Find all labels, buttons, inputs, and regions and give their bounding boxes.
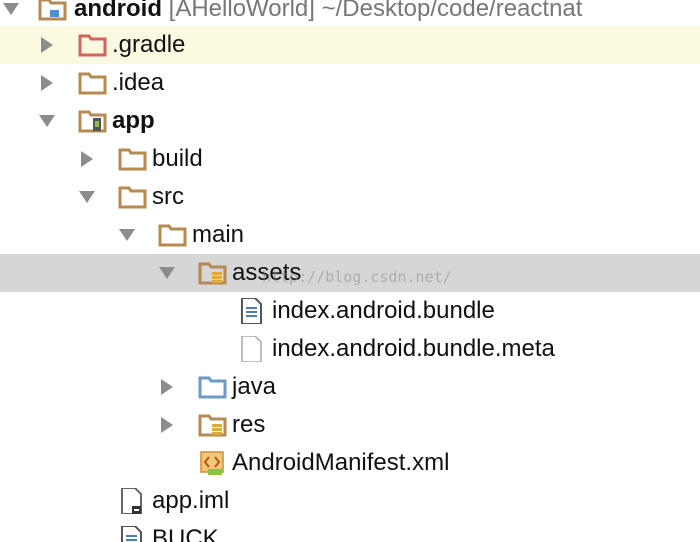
tree-row-label: main — [192, 221, 245, 248]
tree-row-main[interactable]: main — [0, 216, 700, 254]
tree-row-label: app — [112, 107, 155, 134]
expand-arrow-icon[interactable] — [78, 178, 100, 216]
text-file-icon — [238, 298, 268, 324]
folder-icon — [118, 146, 148, 172]
tree-row-label: src — [152, 183, 184, 210]
collapse-arrow-icon[interactable] — [38, 64, 60, 102]
tree-row-label: res — [232, 411, 266, 438]
tree-row-label: app.iml — [152, 487, 230, 514]
excluded-folder-icon — [78, 32, 108, 58]
tree-row-index-android-bundle-meta[interactable]: index.android.bundle.meta — [0, 330, 700, 368]
tree-row-buck[interactable]: BUCK — [0, 520, 700, 542]
project-tree: android [AHelloWorld] ~/Desktop/code/rea… — [0, 0, 700, 542]
tree-row-label: .idea — [112, 69, 165, 96]
tree-row-assets[interactable]: assets — [0, 254, 700, 292]
tree-row-res[interactable]: res — [0, 406, 700, 444]
tree-row-build[interactable]: build — [0, 140, 700, 178]
folder-icon — [78, 70, 108, 96]
tree-row-java[interactable]: java — [0, 368, 700, 406]
manifest-file-icon — [198, 450, 228, 476]
collapse-arrow-icon[interactable] — [158, 368, 180, 406]
expand-arrow-icon[interactable] — [118, 216, 140, 254]
collapse-arrow-icon[interactable] — [158, 406, 180, 444]
tree-row-label: assets — [232, 259, 302, 286]
expand-arrow-icon[interactable] — [38, 102, 60, 140]
tree-row-label: AndroidManifest.xml — [232, 449, 450, 476]
file-icon — [238, 336, 268, 362]
tree-row-label: index.android.bundle — [272, 297, 495, 324]
source-folder-icon — [198, 374, 228, 400]
expand-arrow-icon[interactable] — [158, 254, 180, 292]
android-module-folder-icon — [78, 108, 108, 134]
tree-row-app[interactable]: app — [0, 102, 700, 140]
iml-file-icon — [118, 488, 148, 514]
tree-row-android[interactable]: android [AHelloWorld] ~/Desktop/code/rea… — [0, 0, 700, 28]
expand-arrow-icon[interactable] — [2, 0, 24, 28]
tree-row-label: java — [232, 373, 277, 400]
resource-folder-icon — [198, 412, 228, 438]
tree-row-idea[interactable]: .idea — [0, 64, 700, 102]
tree-row-label: BUCK — [152, 525, 219, 542]
collapse-arrow-icon[interactable] — [38, 26, 60, 64]
tree-row-src[interactable]: src — [0, 178, 700, 216]
tree-row-android-manifest[interactable]: AndroidManifest.xml — [0, 444, 700, 482]
tree-row-app-iml[interactable]: app.iml — [0, 482, 700, 520]
tree-row-gradle[interactable]: .gradle — [0, 26, 700, 64]
folder-icon — [118, 184, 148, 210]
tree-row-label: .gradle — [112, 31, 186, 58]
folder-icon — [158, 222, 188, 248]
tree-row-index-android-bundle[interactable]: index.android.bundle — [0, 292, 700, 330]
resource-folder-icon — [198, 260, 228, 286]
tree-row-label: index.android.bundle.meta — [272, 335, 555, 362]
text-file-icon — [118, 526, 148, 542]
tree-row-label: build — [152, 145, 203, 172]
collapse-arrow-icon[interactable] — [78, 140, 100, 178]
module-folder-icon — [38, 0, 68, 22]
tree-row-label: android [AHelloWorld] ~/Desktop/code/rea… — [74, 0, 583, 22]
